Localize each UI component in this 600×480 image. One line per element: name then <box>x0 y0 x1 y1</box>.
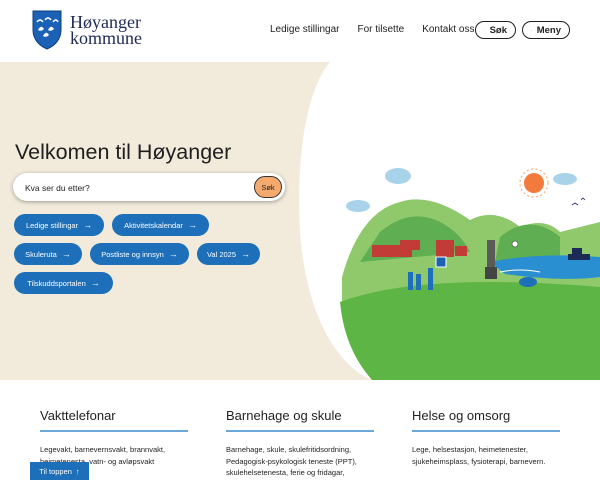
service-card-text: Barnehage, skule, skulefritidsordning, P… <box>226 445 357 477</box>
hero-section: Velkomen til Høyanger Søk Ledige stillin… <box>0 62 600 380</box>
arrow-right-icon: → <box>61 249 71 259</box>
arrow-right-icon: → <box>168 249 178 259</box>
service-card-barnehage-og-skule[interactable]: Barnehage og skule Barnehage, skule, sku… <box>226 408 376 479</box>
arrow-right-icon: → <box>241 249 251 259</box>
hero-title: Velkomen til Høyanger <box>15 140 232 164</box>
quick-link-tilskuddsportalen[interactable]: Tilskuddsportalen → <box>14 272 113 294</box>
hero-search-button[interactable]: Søk <box>254 176 282 198</box>
cloud <box>385 168 411 184</box>
logo-wordmark: Høyanger kommune <box>70 13 142 48</box>
main-nav: Ledige stillingar For tilsette Kontakt o… <box>270 24 474 35</box>
quick-link-skuleruta[interactable]: Skuleruta → <box>14 243 82 265</box>
title-underline <box>412 430 560 432</box>
service-card-title: Barnehage og skule <box>226 408 342 423</box>
search-icon <box>484 29 485 31</box>
nav-link-for-tilsette[interactable]: For tilsette <box>358 24 405 35</box>
service-card-vakttelefonar[interactable]: Vakttelefonar Legevakt, barnevernsvakt, … <box>40 408 190 467</box>
arrow-up-icon: ↑ <box>75 466 80 476</box>
quick-link-val-2025[interactable]: Val 2025 → <box>197 243 260 265</box>
coat-of-arms-logo <box>32 10 62 50</box>
arrow-right-icon: → <box>187 220 197 230</box>
arrow-right-icon: → <box>83 220 93 230</box>
quick-link-label: Postliste og innsyn <box>101 249 164 259</box>
service-card-title: Vakttelefonar <box>40 408 116 423</box>
quick-link-ledige-stillingar[interactable]: Ledige stillingar → <box>14 214 104 236</box>
menu-icon <box>531 29 532 31</box>
quick-link-label: Ledige stillingar <box>25 220 79 230</box>
quick-link-label: Aktivitetskalendar <box>124 220 183 230</box>
quick-link-label: Val 2025 <box>206 249 237 259</box>
nav-link-ledige-stillingar[interactable]: Ledige stillingar <box>270 24 340 35</box>
service-card-title: Helse og omsorg <box>412 408 511 423</box>
menu-label: Meny <box>536 24 561 36</box>
site-header: Høyanger kommune Ledige stillingar For t… <box>0 0 600 62</box>
quick-link-postliste-og-innsyn[interactable]: Postliste og innsyn → <box>90 243 189 265</box>
back-to-top-button[interactable]: Til toppen ↑ <box>30 462 89 480</box>
ground <box>340 282 600 380</box>
header-search-label: Søk <box>489 24 507 36</box>
title-underline <box>40 430 188 432</box>
quick-link-label: Skuleruta <box>25 249 57 259</box>
hero-search-box: Søk <box>13 173 285 201</box>
menu-button[interactable]: Meny <box>522 21 570 39</box>
arrow-right-icon: → <box>90 278 100 288</box>
site-logo[interactable]: Høyanger kommune <box>32 10 142 50</box>
service-columns: Vakttelefonar Legevakt, barnevernsvakt, … <box>0 380 600 480</box>
hero-search-input[interactable] <box>23 179 257 197</box>
service-card-text: Lege, helsestasjon, heimetenester, sjuke… <box>412 445 546 466</box>
quick-link-aktivitetskalendar[interactable]: Aktivitetskalendar → <box>112 214 209 236</box>
back-to-top-label: Til toppen <box>39 466 72 476</box>
nav-link-kontakt-oss[interactable]: Kontakt oss <box>422 24 474 35</box>
sun <box>524 173 544 193</box>
service-card-helse-og-omsorg[interactable]: Helse og omsorg Lege, helsestasjon, heim… <box>412 408 562 467</box>
logo-line-2: kommune <box>70 28 142 48</box>
header-search-button[interactable]: Søk <box>475 21 516 39</box>
title-underline <box>226 430 374 432</box>
quick-link-label: Tilskuddsportalen <box>27 278 86 288</box>
